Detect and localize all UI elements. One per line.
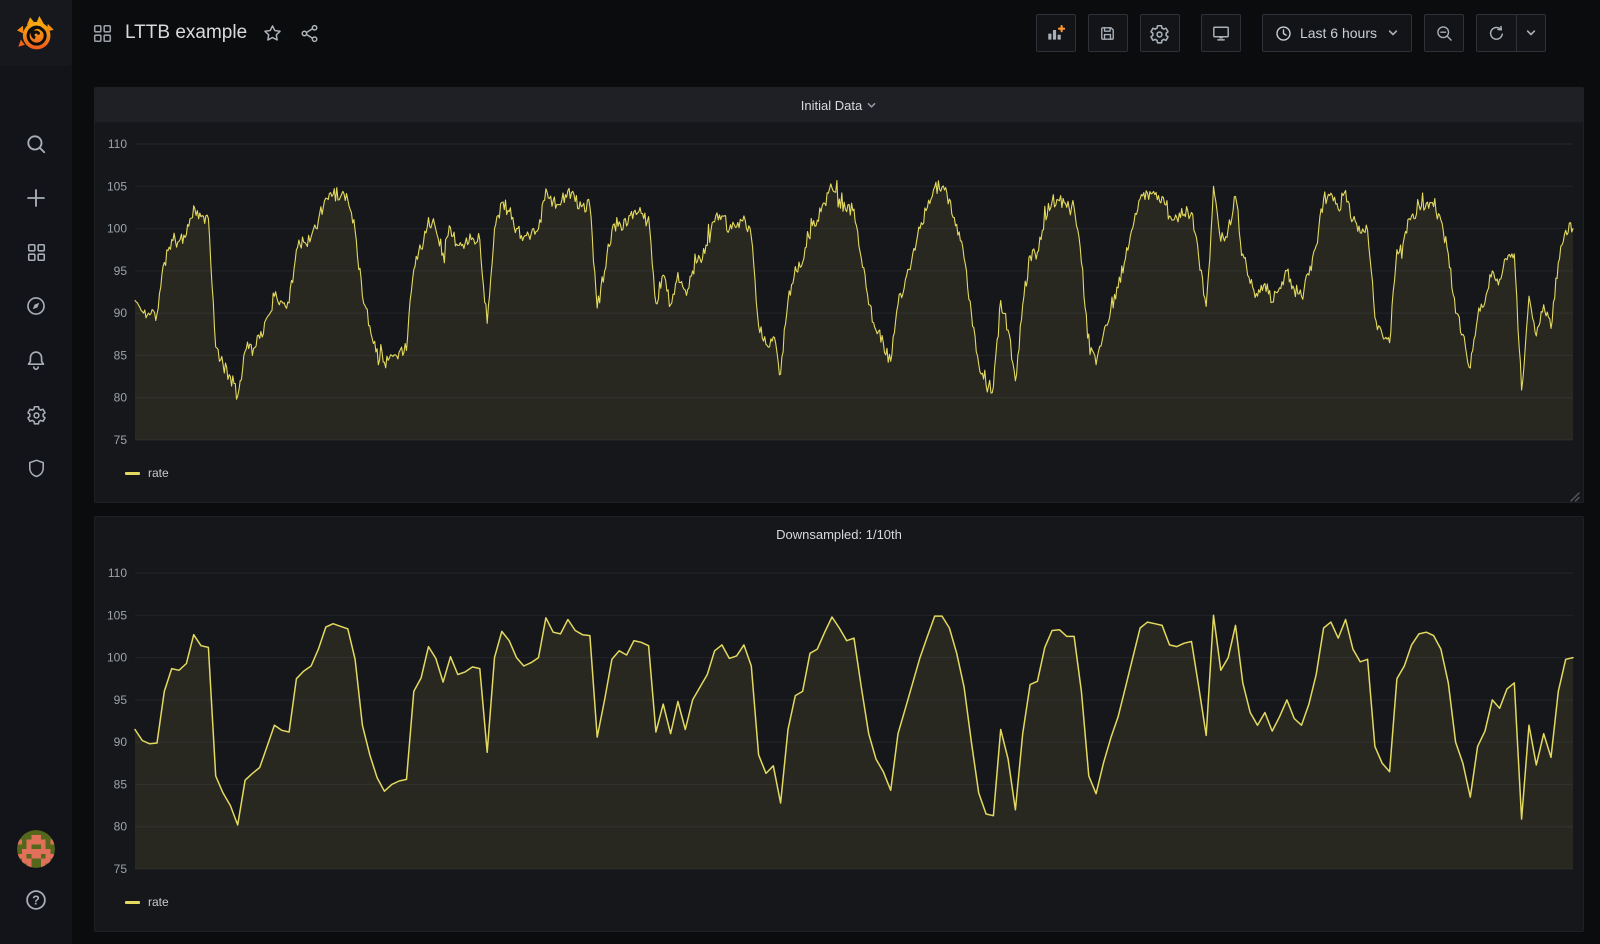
search-icon xyxy=(25,133,47,155)
dashboard-grid: Initial Data 75 80 85 90 95 100 105 110 rate Do… xyxy=(72,66,1600,932)
panel-add-icon xyxy=(1047,24,1065,42)
legend[interactable]: rate xyxy=(95,456,1583,502)
legend-series-dash xyxy=(125,901,140,904)
plus-icon xyxy=(25,187,47,209)
panel-initial-data: Initial Data 75 80 85 90 95 100 105 110 rate xyxy=(94,87,1584,503)
svg-text:75: 75 xyxy=(114,433,128,447)
panel-resize-handle[interactable] xyxy=(1570,489,1580,499)
breadcrumb[interactable]: LTTB example xyxy=(92,22,247,44)
main-area: LTTB example Last 6 hours Initial Data 7… xyxy=(72,0,1600,944)
chevron-down-icon xyxy=(1387,27,1399,39)
add-panel-button[interactable] xyxy=(1036,14,1076,52)
share-dashboard-button[interactable] xyxy=(300,24,319,43)
svg-text:95: 95 xyxy=(114,693,128,707)
refresh-picker xyxy=(1476,14,1546,52)
grafana-logo[interactable] xyxy=(0,0,72,66)
apps-icon xyxy=(26,242,47,263)
time-range-label: Last 6 hours xyxy=(1300,25,1377,41)
svg-text:110: 110 xyxy=(108,137,127,151)
apps-grid-icon xyxy=(92,23,113,44)
dashboard-toolbar: Last 6 hours xyxy=(1036,14,1546,52)
top-nav: LTTB example Last 6 hours xyxy=(72,0,1600,66)
panel-title: Downsampled: 1/10th xyxy=(776,527,902,542)
sidebar-item-create[interactable] xyxy=(22,184,50,212)
panel-menu-chevron-icon[interactable] xyxy=(866,100,877,111)
star-icon xyxy=(263,24,282,43)
sidebar-item-profile[interactable] xyxy=(17,830,55,868)
svg-text:90: 90 xyxy=(114,735,128,749)
title-actions xyxy=(263,24,319,43)
sidebar-item-configuration[interactable] xyxy=(22,400,50,428)
svg-text:90: 90 xyxy=(114,306,128,320)
sidebar-item-server-admin[interactable] xyxy=(22,454,50,482)
gear-icon xyxy=(1149,23,1170,44)
share-icon xyxy=(300,24,319,43)
legend-series-label[interactable]: rate xyxy=(148,895,169,909)
search-minus-icon xyxy=(1436,25,1453,42)
save-dashboard-button[interactable] xyxy=(1088,14,1128,52)
timeseries-chart[interactable]: 75 80 85 90 95 100 105 110 xyxy=(95,551,1583,885)
help-icon: ? xyxy=(24,888,48,912)
svg-text:85: 85 xyxy=(114,348,128,362)
grafana-logo-icon xyxy=(15,12,57,54)
sidebar: ? xyxy=(0,0,72,944)
svg-text:?: ? xyxy=(32,893,40,907)
cycle-view-button[interactable] xyxy=(1201,14,1241,52)
legend[interactable]: rate xyxy=(95,885,1583,931)
sidebar-item-alerting[interactable] xyxy=(22,346,50,374)
save-icon xyxy=(1099,25,1116,42)
svg-text:80: 80 xyxy=(114,820,128,834)
refresh-interval-dropdown[interactable] xyxy=(1516,14,1546,52)
star-dashboard-button[interactable] xyxy=(263,24,282,43)
dashboard-settings-button[interactable] xyxy=(1140,14,1180,52)
monitor-icon xyxy=(1212,24,1230,42)
gear-icon xyxy=(26,404,47,425)
panel-header-initial-data[interactable]: Initial Data xyxy=(95,88,1583,122)
refresh-button[interactable] xyxy=(1476,14,1516,52)
clock-icon xyxy=(1275,25,1292,42)
panel-header-downsampled[interactable]: Downsampled: 1/10th xyxy=(95,517,1583,551)
legend-series-label[interactable]: rate xyxy=(148,466,169,480)
page-title[interactable]: LTTB example xyxy=(125,22,247,44)
refresh-icon xyxy=(1488,25,1505,42)
sidebar-item-help[interactable]: ? xyxy=(22,886,50,914)
sidebar-top xyxy=(22,130,50,482)
compass-icon xyxy=(25,295,47,317)
sidebar-bottom: ? xyxy=(17,830,55,914)
timeseries-chart[interactable]: 75 80 85 90 95 100 105 110 xyxy=(95,122,1583,456)
avatar-icon xyxy=(17,830,55,868)
sidebar-item-dashboards[interactable] xyxy=(22,238,50,266)
svg-text:85: 85 xyxy=(114,777,128,791)
panel-downsampled: Downsampled: 1/10th 7580859095100105110 … xyxy=(94,516,1584,932)
svg-text:105: 105 xyxy=(107,608,127,622)
svg-text:110: 110 xyxy=(108,566,127,580)
zoom-out-button[interactable] xyxy=(1424,14,1464,52)
svg-text:105: 105 xyxy=(107,179,127,193)
svg-text:100: 100 xyxy=(107,222,127,236)
bell-icon xyxy=(25,349,47,371)
shield-icon xyxy=(26,458,47,479)
panel-title: Initial Data xyxy=(801,98,862,113)
legend-series-dash xyxy=(125,472,140,475)
sidebar-item-explore[interactable] xyxy=(22,292,50,320)
svg-text:75: 75 xyxy=(114,862,128,876)
time-range-picker[interactable]: Last 6 hours xyxy=(1262,14,1412,52)
chevron-down-icon xyxy=(1525,27,1537,39)
sidebar-item-search[interactable] xyxy=(22,130,50,158)
svg-text:100: 100 xyxy=(107,651,127,665)
svg-text:95: 95 xyxy=(114,264,128,278)
svg-text:80: 80 xyxy=(114,391,128,405)
